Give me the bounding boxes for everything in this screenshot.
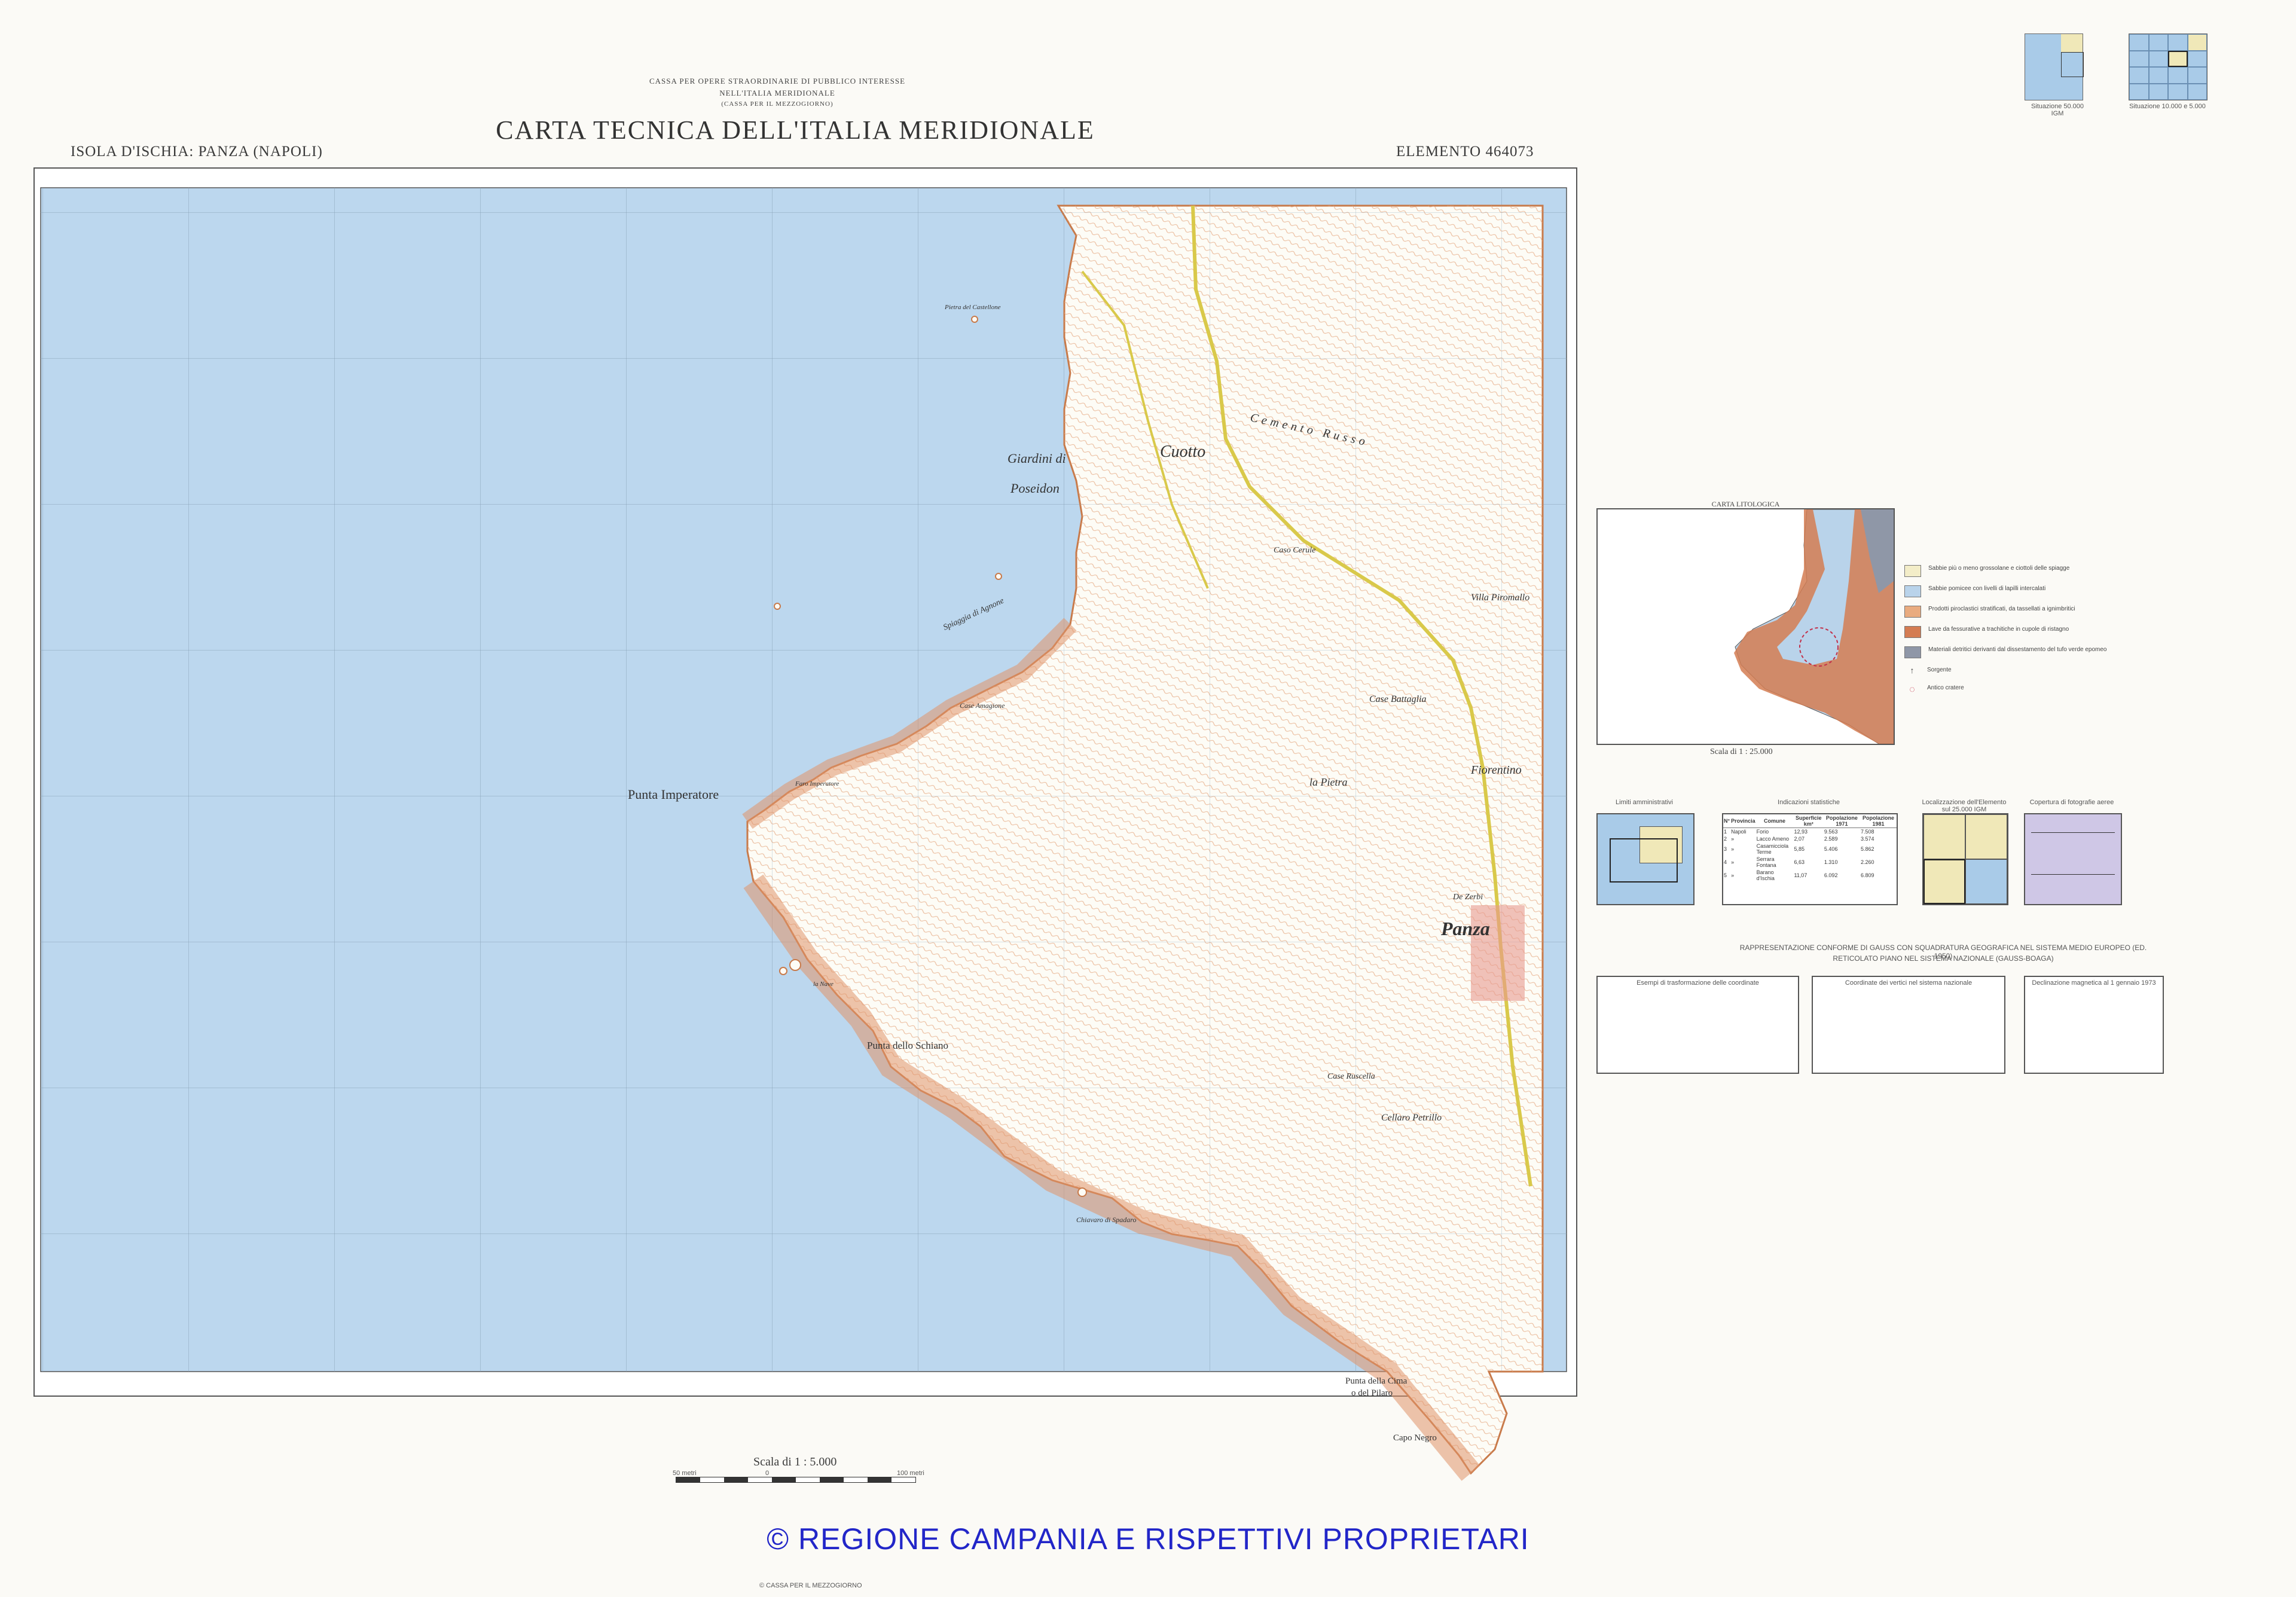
legend-item: Sabbie pomicee con livelli di lapilli in…: [1904, 585, 2144, 597]
index-map-50000-caption: Situazione 50.000 IGM: [2031, 103, 2084, 117]
localizzazione-panel: [1922, 813, 2008, 905]
label-case-amagione: Case Amagione: [960, 701, 1005, 710]
projection-subtitle: RETICOLATO PIANO NEL SISTEMA NAZIONALE (…: [1833, 954, 2054, 963]
agency-line-3: (CASSA PER IL MEZZOGIORNO): [721, 100, 833, 108]
label-cuotto: Cuotto: [1160, 442, 1205, 461]
label-case-battaglia: Case Battaglia: [1369, 694, 1427, 704]
label-case-ruscella: Case Ruscella: [1327, 1072, 1375, 1081]
map-title: CARTA TECNICA DELL'ITALIA MERIDIONALE: [496, 115, 1095, 145]
copertura-title: Copertura di fotografie aeree: [2029, 799, 2114, 806]
lithology-map-panel: CARTA LITOLOGICA: [1596, 500, 1895, 745]
legend-item: Materiali detritici derivanti dal disses…: [1904, 646, 2144, 658]
label-punta-imperatore: Punta Imperatore: [628, 787, 719, 802]
scale-label: Scala di 1 : 5.000: [753, 1455, 837, 1468]
label-la-nave: la Nave: [813, 981, 833, 988]
label-de-zerbi: De Zerbi: [1452, 893, 1483, 902]
vertex-coordinates-box: Coordinate dei vertici nel sistema nazio…: [1812, 976, 2005, 1074]
label-punta-schiano: Punta dello Schiano: [867, 1040, 948, 1051]
label-pietra-castellone: Pietra del Castellone: [944, 304, 1001, 311]
scale-tick-left: 50 metri: [673, 1470, 697, 1477]
limiti-panel: [1596, 813, 1694, 905]
index-map-5000: [2129, 33, 2208, 100]
label-fiorentino: Fiorentino: [1470, 764, 1522, 777]
legend-item: ◌ Antico cratere: [1904, 685, 2144, 695]
stats-panel: N° Provincia Comune Superficie km² Popolazio…: [1722, 813, 1898, 905]
agency-line-2: NELL'ITALIA MERIDIONALE: [719, 88, 835, 97]
table-row: 3» Casamicciola Terme 5,85 5.406 5.862: [1724, 843, 1874, 855]
limiti-title: Limiti amministrativi: [1616, 799, 1673, 806]
scale-tick-right: 100 metri: [897, 1470, 924, 1477]
bottom-credit: © CASSA PER IL MEZZOGIORNO: [759, 1582, 862, 1589]
sheet-name: ISOLA D'ISCHIA: PANZA (NAPOLI): [71, 143, 323, 160]
legend-item: Sabbie più o meno grossolane e ciottoli …: [1904, 565, 2144, 577]
label-punta-cima: Punta della Cima: [1345, 1376, 1407, 1386]
label-caso-cerule: Caso Cerule: [1274, 546, 1315, 555]
stats-table: N° Provincia Comune Superficie km² Popolazio…: [1723, 814, 1897, 882]
label-panza: Panza: [1440, 918, 1490, 939]
label-villa-piromallo: Villa Piromallo: [1471, 593, 1529, 603]
topographic-map: Giardini di Poseidon Cuotto Punta Impera…: [40, 187, 1567, 1481]
coordinate-transform-box: Esempi di trasformazione delle coordinat…: [1596, 976, 1799, 1074]
scale-tick-zero: 0: [765, 1470, 770, 1477]
table-row: 5» Barano d'Ischia 11,07 6.092 6.809: [1724, 869, 1874, 881]
label-giardini: Giardini di: [1007, 451, 1066, 466]
label-cellaro: Cellaro Petrillo: [1381, 1113, 1442, 1123]
table-row: 1 Napoli Forio 12,93 9.563 7.508: [1724, 829, 1874, 835]
index-map-50000: [2025, 33, 2084, 100]
label-pilaro: o del Pilaro: [1351, 1388, 1393, 1398]
label-chiavaro: Chiavaro di Spadaro: [1076, 1216, 1136, 1224]
crater-icon: ◌: [1909, 685, 1915, 695]
copyright-notice: © REGIONE CAMPANIA E RISPETTIVI PROPRIET…: [767, 1522, 1529, 1556]
scale-bar: [676, 1477, 916, 1483]
lithology-map: [1598, 509, 1894, 744]
index-map-5000-caption: Situazione 10.000 e 5.000: [2129, 103, 2206, 110]
label-la-pietra: la Pietra: [1309, 776, 1348, 788]
spring-icon: ↑: [1910, 667, 1915, 676]
stats-title: Indicazioni statistiche: [1778, 799, 1840, 806]
magnetic-declination-box: Declinazione magnetica al 1 gennaio 1973: [2024, 976, 2164, 1074]
legend-item: Prodotti piroclastici stratificati, da t…: [1904, 606, 2144, 618]
label-capo-negro: Capo Negro: [1393, 1433, 1437, 1443]
lithology-title: CARTA LITOLOGICA: [1711, 500, 1780, 508]
element-number: ELEMENTO 464073: [1396, 143, 1534, 160]
label-faro: Faro Imperatore: [795, 780, 839, 787]
legend-item: Lave da fessurative a trachitiche in cup…: [1904, 626, 2144, 638]
table-row: 2» Lacco Ameno 2,07 2.589 3.574: [1724, 836, 1874, 842]
localizzazione-title: Localizzazione dell'Elemento sul 25.000 …: [1922, 799, 2007, 813]
legend-item: ↑ Sorgente: [1904, 667, 2144, 676]
agency-line-1: CASSA PER OPERE STRAORDINARIE DI PUBBLIC…: [649, 77, 906, 86]
table-row: 4» Serrara Fontana 6,63 1.310 2.260: [1724, 856, 1874, 868]
lithology-legend: Sabbie più o meno grossolane e ciottoli …: [1904, 565, 2144, 704]
label-poseidon: Poseidon: [1010, 481, 1060, 496]
lithology-scale: Scala di 1 : 25.000: [1710, 747, 1773, 756]
copertura-panel: [2024, 813, 2122, 905]
